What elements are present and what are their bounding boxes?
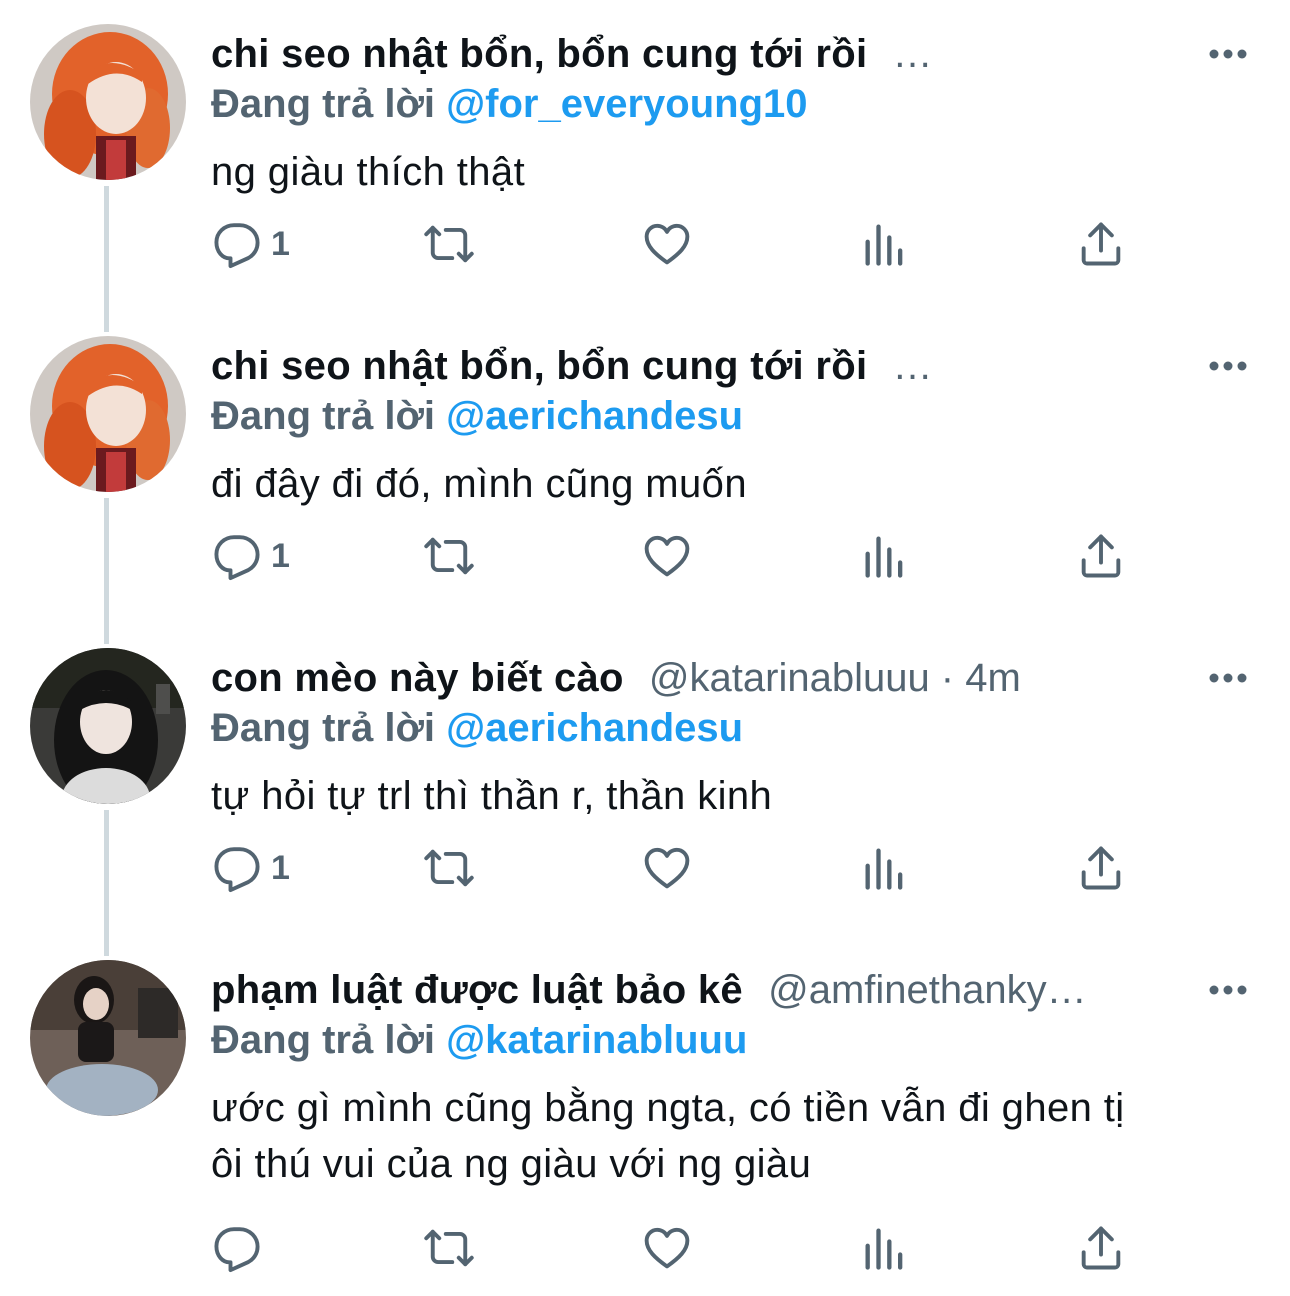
views-icon <box>865 536 903 578</box>
mention-link[interactable]: @aerichandesu <box>446 394 743 438</box>
tweet-header: chi seo nhật bổn, bổn cung tới rồi … <box>211 338 1201 394</box>
views-button[interactable] <box>859 214 911 274</box>
reply-count: 1 <box>271 848 290 887</box>
reply-icon <box>214 223 260 269</box>
tweet-text: tự hỏi tự trl thì thần r, thần kinh <box>211 774 773 818</box>
author-handle[interactable]: @amfinethanky… <box>768 968 1087 1012</box>
reply-button[interactable] <box>211 1218 271 1278</box>
more-button[interactable] <box>1206 26 1250 82</box>
share-icon <box>1081 846 1121 890</box>
dark-hair-avatar <box>30 648 186 804</box>
share-button[interactable] <box>1075 1218 1127 1278</box>
more-button[interactable] <box>1206 338 1250 394</box>
mention-link[interactable]: @katarinabluuu <box>446 1018 747 1062</box>
share-icon <box>1081 222 1121 266</box>
retweet-icon <box>424 1229 474 1267</box>
tweet[interactable]: chi seo nhật bổn, bổn cung tới rồi … Đan… <box>0 312 1290 624</box>
author-name[interactable]: con mèo này biết cào <box>211 656 624 700</box>
author-handle[interactable]: … <box>893 32 933 76</box>
share-button[interactable] <box>1075 838 1127 898</box>
mention-link[interactable]: @aerichandesu <box>446 706 743 750</box>
like-button[interactable] <box>641 214 693 274</box>
heart-icon <box>644 1227 690 1269</box>
tweet-header: phạm luật được luật bảo kê @amfinethanky… <box>211 962 1201 1018</box>
reply-icon <box>214 535 260 581</box>
heart-icon <box>644 223 690 265</box>
mention-link[interactable]: @for_everyoung10 <box>446 82 807 126</box>
views-button[interactable] <box>859 1218 911 1278</box>
replying-to-label: Đang trả lời <box>211 706 436 750</box>
views-button[interactable] <box>859 838 911 898</box>
retweet-icon <box>424 537 474 575</box>
reply-button[interactable]: 1 <box>211 214 290 274</box>
like-button[interactable] <box>641 838 693 898</box>
heart-icon <box>644 847 690 889</box>
reply-count: 1 <box>271 224 290 263</box>
tweet-actions: 1 <box>211 838 1211 898</box>
tweet-text: đi đây đi đó, mình cũng muốn <box>211 462 747 506</box>
author-handle[interactable]: @katarinabluuu · 4m <box>649 656 1021 700</box>
like-button[interactable] <box>641 526 693 586</box>
retweet-icon <box>424 849 474 887</box>
share-icon <box>1081 534 1121 578</box>
retweet-icon <box>424 225 474 263</box>
heart-icon <box>644 535 690 577</box>
more-button[interactable] <box>1206 650 1250 706</box>
replying-to: Đang trả lời @aerichandesu <box>211 390 743 442</box>
reply-icon <box>214 847 260 893</box>
views-button[interactable] <box>859 526 911 586</box>
replying-to-label: Đang trả lời <box>211 82 436 126</box>
avatar[interactable] <box>30 336 186 492</box>
views-icon <box>865 224 903 266</box>
replying-to: Đang trả lời @aerichandesu <box>211 702 743 754</box>
retweet-button[interactable] <box>423 214 475 274</box>
tweet-actions: 1 <box>211 214 1211 274</box>
tweet[interactable]: chi seo nhật bổn, bổn cung tới rồi … Đan… <box>0 0 1290 312</box>
share-button[interactable] <box>1075 526 1127 586</box>
reply-button[interactable]: 1 <box>211 526 290 586</box>
author-name[interactable]: phạm luật được luật bảo kê <box>211 968 743 1012</box>
retweet-button[interactable] <box>423 1218 475 1278</box>
share-button[interactable] <box>1075 214 1127 274</box>
retweet-button[interactable] <box>423 526 475 586</box>
orange-hair-avatar <box>30 24 186 180</box>
more-icon <box>1209 985 1247 995</box>
more-icon <box>1209 361 1247 371</box>
replying-to-label: Đang trả lời <box>211 1018 436 1062</box>
reply-icon <box>214 1227 260 1273</box>
tweet-actions <box>211 1218 1211 1278</box>
tweet-header: chi seo nhật bổn, bổn cung tới rồi … <box>211 26 1201 82</box>
more-icon <box>1209 49 1247 59</box>
share-icon <box>1081 1226 1121 1270</box>
tweet-text: ng giàu thích thật <box>211 150 526 194</box>
retweet-button[interactable] <box>423 838 475 898</box>
reply-button[interactable]: 1 <box>211 838 290 898</box>
reply-count: 1 <box>271 536 290 575</box>
replying-to: Đang trả lời @katarinabluuu <box>211 1014 747 1066</box>
orange-hair-avatar <box>30 336 186 492</box>
views-icon <box>865 1228 903 1270</box>
tweet[interactable]: con mèo này biết cào @katarinabluuu · 4m… <box>0 624 1290 936</box>
replying-to: Đang trả lời @for_everyoung10 <box>211 78 808 130</box>
more-icon <box>1209 673 1247 683</box>
tweet-actions: 1 <box>211 526 1211 586</box>
avatar[interactable] <box>30 960 186 1116</box>
replying-to-label: Đang trả lời <box>211 394 436 438</box>
author-name[interactable]: chi seo nhật bổn, bổn cung tới rồi <box>211 32 867 76</box>
author-name[interactable]: chi seo nhật bổn, bổn cung tới rồi <box>211 344 867 388</box>
tweet[interactable]: phạm luật được luật bảo kê @amfinethanky… <box>0 936 1290 1296</box>
author-handle[interactable]: … <box>893 344 933 388</box>
avatar[interactable] <box>30 648 186 804</box>
more-button[interactable] <box>1206 962 1250 1018</box>
views-icon <box>865 848 903 890</box>
seated-person-avatar <box>30 960 186 1116</box>
avatar[interactable] <box>30 24 186 180</box>
tweet-text: ước gì mình cũng bằng ngta, có tiền vẫn … <box>211 1086 1125 1186</box>
like-button[interactable] <box>641 1218 693 1278</box>
tweet-header: con mèo này biết cào @katarinabluuu · 4m <box>211 650 1201 706</box>
